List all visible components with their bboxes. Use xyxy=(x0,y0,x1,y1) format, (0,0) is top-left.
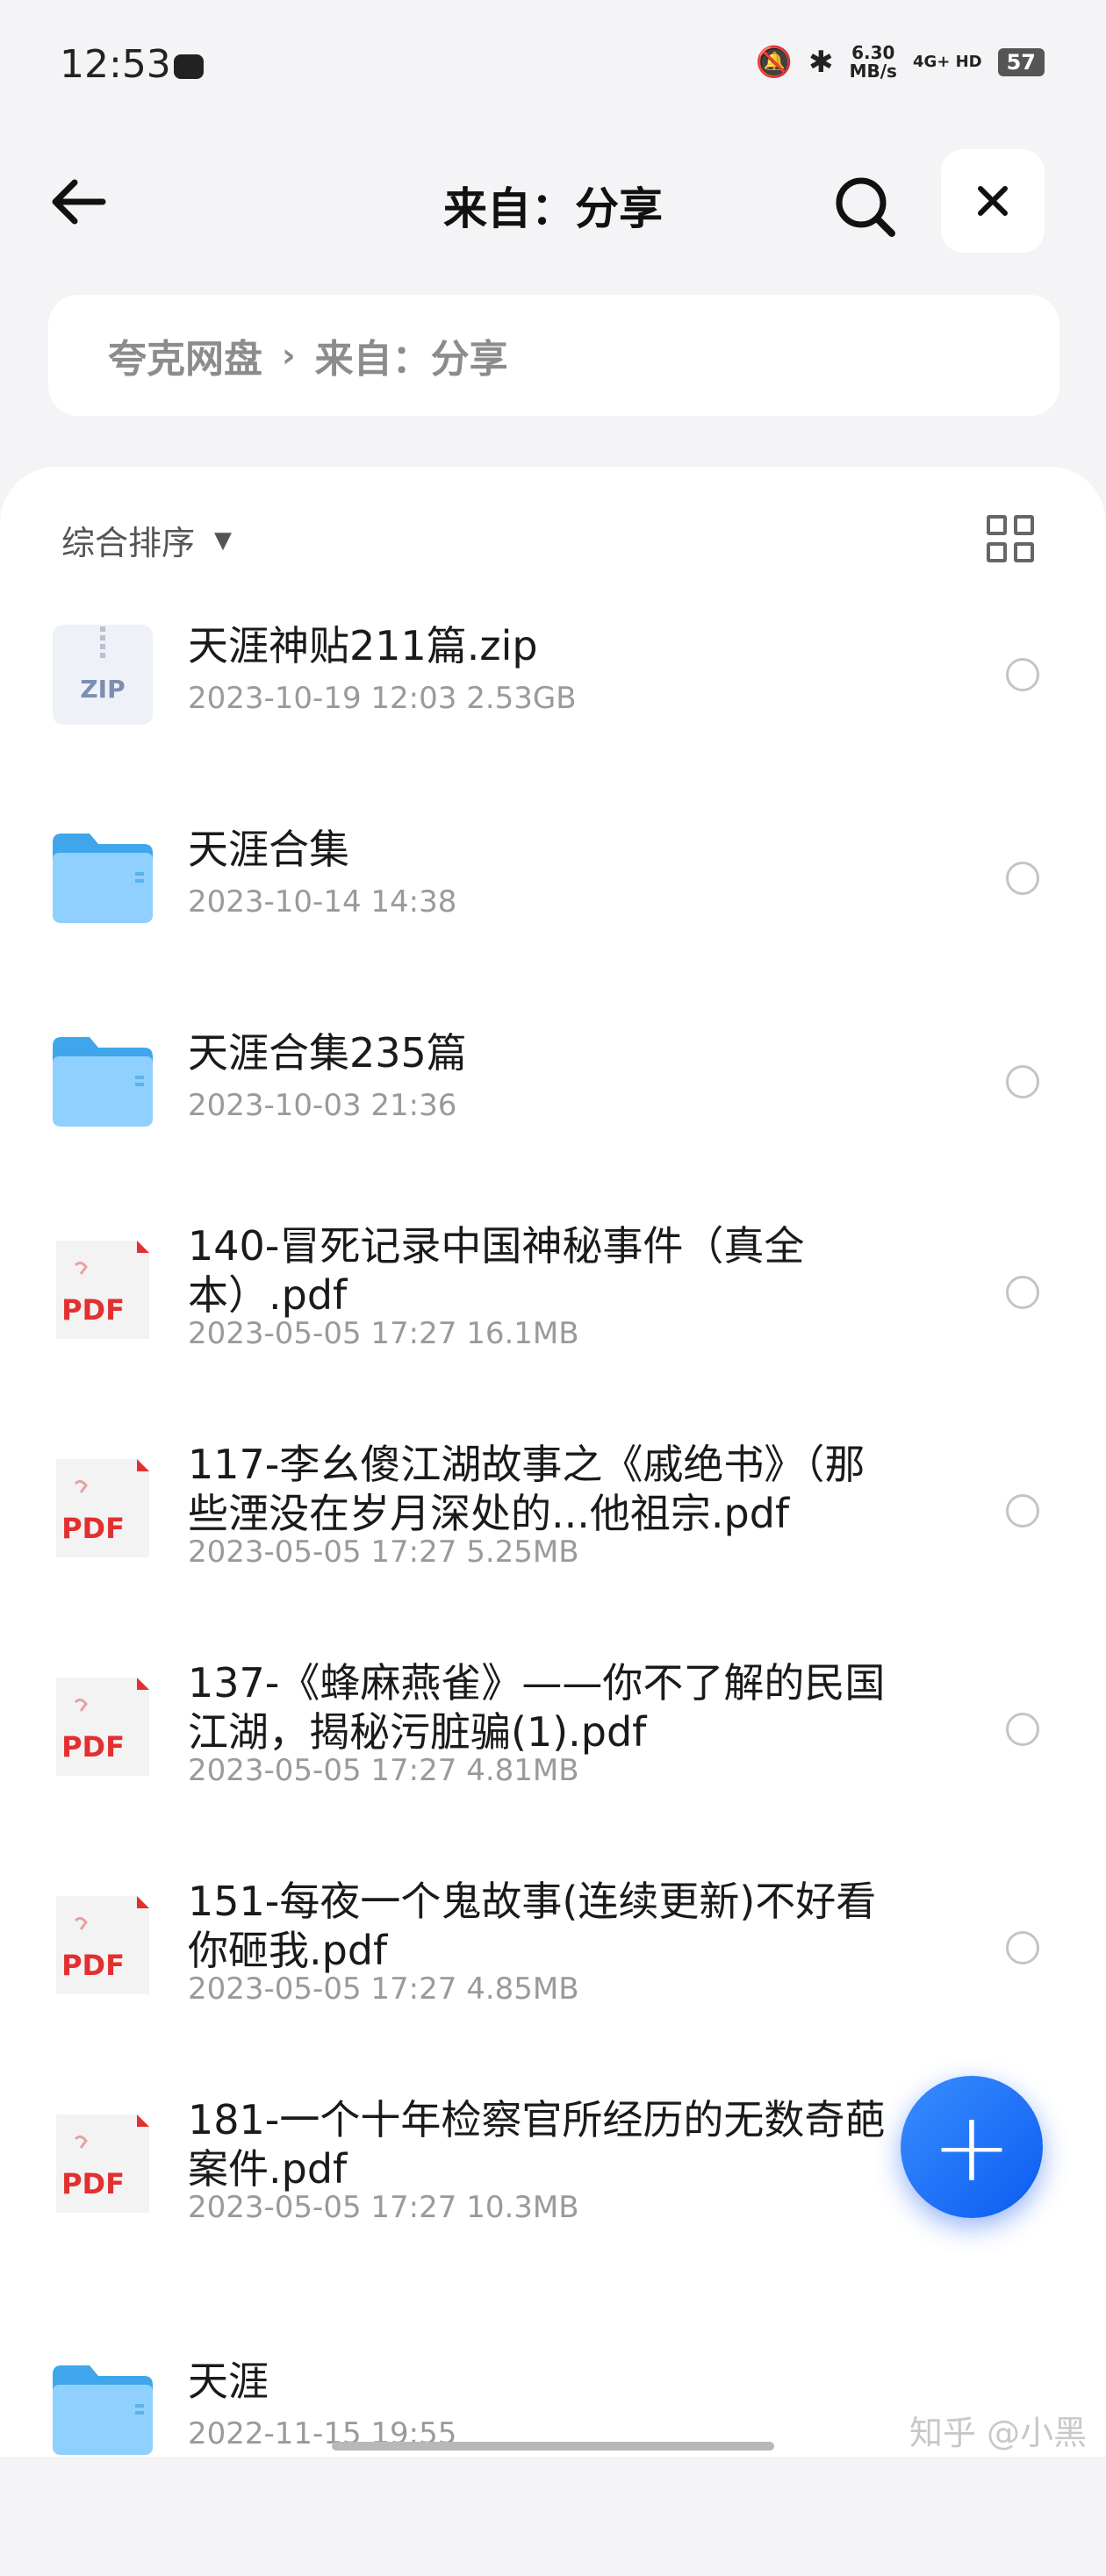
select-radio[interactable] xyxy=(1006,1494,1039,1528)
pdf-file-icon: PDF xyxy=(51,2113,154,2216)
file-name: 天涯合集235篇 xyxy=(188,1029,467,1077)
file-row[interactable]: PDF 117-李幺傻江湖故事之《戚绝书》（那些湮没在岁月深处的...他祖宗.p… xyxy=(0,1441,1106,1675)
pdf-file-icon: PDF xyxy=(51,1676,154,1779)
file-name: 151-每夜一个鬼故事(连续更新)不好看你砸我.pdf xyxy=(188,1878,877,1974)
grid-icon-cell xyxy=(987,542,1007,562)
net-speed-value: 6.30 xyxy=(851,42,895,63)
folder-icon xyxy=(51,2358,154,2462)
zip-icon-label: ZIP xyxy=(80,675,125,704)
status-indicators: 🔕 ✱ 6.30 MB/s 4G+ HD 57 xyxy=(756,44,1045,81)
pdf-icon-label: PDF xyxy=(61,1512,125,1545)
status-bar: 12:53 🔕 ✱ 6.30 MB/s 4G+ HD 57 xyxy=(0,0,1106,132)
file-meta: 2023-05-05 17:27 16.1MB xyxy=(188,1316,579,1351)
select-radio[interactable] xyxy=(1006,1065,1039,1098)
notification-app-icon xyxy=(174,54,204,79)
file-meta: 2023-05-05 17:27 5.25MB xyxy=(188,1535,579,1570)
watermark: 知乎 @小黑 xyxy=(909,2414,1088,2452)
plus-icon: + xyxy=(930,2091,1013,2203)
select-radio[interactable] xyxy=(1006,658,1039,691)
battery-icon: 57 xyxy=(997,48,1045,76)
file-meta: 2023-10-03 21:36 xyxy=(188,1088,457,1123)
file-name: 天涯神贴211篇.zip xyxy=(188,622,538,669)
file-row[interactable]: 天涯合集235篇 2023-10-03 21:36 xyxy=(0,1029,1106,1248)
pdf-file-icon: PDF xyxy=(51,1894,154,1998)
pdf-icon-label: PDF xyxy=(61,1293,125,1327)
file-name: 天涯 xyxy=(188,2358,269,2405)
zip-file-icon: ZIP xyxy=(51,623,154,726)
bluetooth-icon: ✱ xyxy=(808,45,834,80)
file-row[interactable]: PDF 140-冒死记录中国神秘事件（真全本）.pdf 2023-05-05 1… xyxy=(0,1222,1106,1456)
select-radio[interactable] xyxy=(1006,1276,1039,1309)
file-name: 181-一个十年检察官所经历的无数奇葩案件.pdf xyxy=(188,2096,886,2193)
folder-icon xyxy=(51,826,154,930)
caret-down-icon: ▼ xyxy=(214,526,233,554)
pdf-file-icon: PDF xyxy=(51,1239,154,1342)
mute-icon: 🔕 xyxy=(755,45,794,80)
search-icon xyxy=(836,177,895,237)
header: 来自：分享 xyxy=(0,149,1106,254)
file-name: 117-李幺傻江湖故事之《戚绝书》（那些湮没在岁月深处的...他祖宗.pdf xyxy=(188,1441,865,1537)
select-radio[interactable] xyxy=(1006,1713,1039,1746)
select-radio[interactable] xyxy=(1006,862,1039,895)
sort-label: 综合排序 xyxy=(61,524,196,562)
close-button[interactable] xyxy=(941,149,1045,253)
add-button[interactable]: + xyxy=(901,2076,1043,2218)
file-meta: 2023-05-05 17:27 10.3MB xyxy=(188,2190,579,2225)
file-meta: 2023-10-14 14:38 xyxy=(188,884,457,919)
grid-icon-cell xyxy=(1014,515,1034,535)
file-meta: 2023-10-19 12:03 2.53GB xyxy=(188,681,577,716)
net-speed: 6.30 MB/s xyxy=(850,44,897,81)
net-speed-unit: MB/s xyxy=(849,61,897,82)
grid-icon xyxy=(987,515,1007,535)
file-row[interactable]: 天涯合集 2023-10-14 14:38 xyxy=(0,826,1106,1044)
file-row[interactable]: PDF 151-每夜一个鬼故事(连续更新)不好看你砸我.pdf 2023-05-… xyxy=(0,1878,1106,2112)
close-icon xyxy=(978,186,1008,216)
search-button[interactable] xyxy=(832,174,898,240)
file-name: 天涯合集 xyxy=(188,826,349,873)
file-row[interactable]: PDF 137-《蜂麻燕雀》——你不了解的民国江湖，揭秘污脏骗(1).pdf 2… xyxy=(0,1659,1106,1893)
pdf-icon-label: PDF xyxy=(61,2167,125,2200)
file-meta: 2023-05-05 17:27 4.81MB xyxy=(188,1753,579,1788)
pdf-file-icon: PDF xyxy=(51,1457,154,1561)
sort-dropdown[interactable]: 综合排序 ▼ xyxy=(61,516,232,564)
breadcrumb-chevron-icon: › xyxy=(282,336,296,375)
pdf-icon-label: PDF xyxy=(61,1949,125,1982)
file-row[interactable]: ZIP 天涯神贴211篇.zip 2023-10-19 12:03 2.53GB xyxy=(0,622,1106,841)
grid-icon-cell xyxy=(1014,542,1034,562)
breadcrumb-current: 来自：分享 xyxy=(314,337,508,382)
breadcrumb-root[interactable]: 夸克网盘 xyxy=(108,327,262,383)
pdf-icon-label: PDF xyxy=(61,1730,125,1764)
file-row[interactable]: 天涯 2022-11-15 19:55 xyxy=(0,2358,1106,2576)
grid-view-button[interactable] xyxy=(987,515,1034,562)
file-name: 137-《蜂麻燕雀》——你不了解的民国江湖，揭秘污脏骗(1).pdf xyxy=(188,1659,886,1756)
page-title: 来自：分享 xyxy=(443,183,663,234)
signal-indicator: 4G+ HD xyxy=(912,53,982,71)
home-indicator[interactable] xyxy=(332,2442,774,2451)
file-meta: 2023-05-05 17:27 4.85MB xyxy=(188,1971,579,2007)
status-time: 12:53 xyxy=(60,42,171,87)
folder-icon xyxy=(51,1030,154,1134)
select-radio[interactable] xyxy=(1006,1931,1039,1964)
file-name: 140-冒死记录中国神秘事件（真全本）.pdf xyxy=(188,1222,805,1319)
breadcrumb: 夸克网盘 › 来自：分享 xyxy=(48,295,1059,416)
